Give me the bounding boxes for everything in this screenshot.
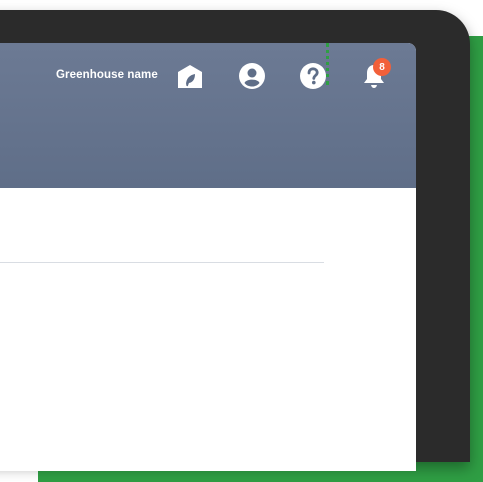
greenhouse-icon [178, 65, 202, 88]
content-divider [0, 262, 324, 263]
greenhouse-name-label: Greenhouse name [56, 69, 158, 81]
app-screen: Greenhouse name 8 [0, 43, 416, 471]
stage: Greenhouse name 8 [0, 0, 483, 482]
top-header: Greenhouse name 8 [0, 43, 416, 188]
greenhouse-button[interactable] [175, 61, 205, 91]
account-button[interactable] [237, 61, 267, 91]
notification-badge: 8 [373, 58, 391, 76]
help-button[interactable] [298, 61, 328, 91]
dotted-connector [326, 43, 332, 85]
help-icon [300, 63, 326, 89]
account-icon [239, 63, 265, 89]
tablet-frame: Greenhouse name 8 [0, 10, 470, 471]
